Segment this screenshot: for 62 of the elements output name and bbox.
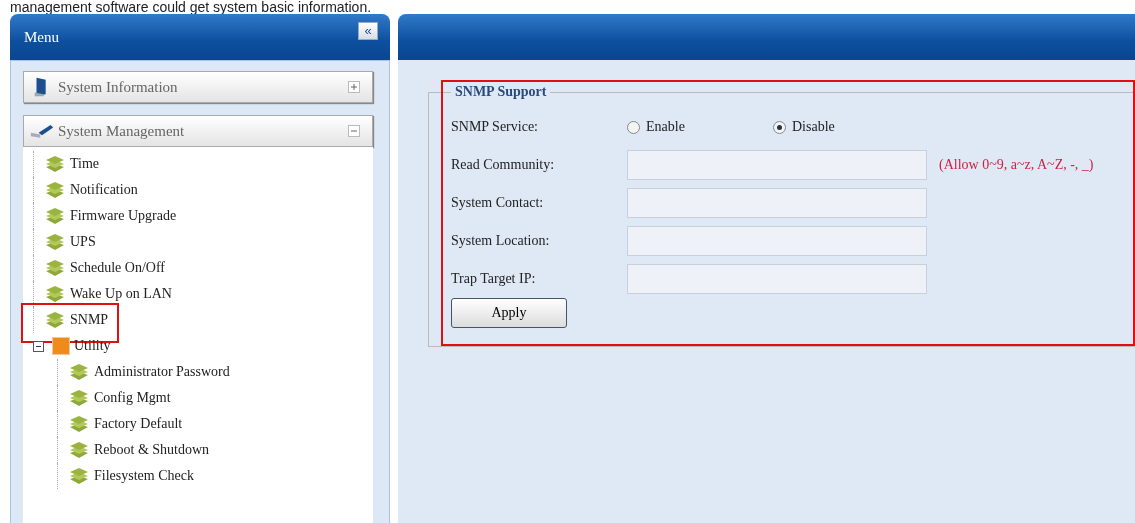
radio-button[interactable] <box>627 120 640 134</box>
layers-icon <box>44 181 66 199</box>
tree-item[interactable]: Administrator Password <box>57 359 373 385</box>
tree-item-label: Time <box>70 156 100 172</box>
layers-icon <box>68 415 90 433</box>
field-label: SNMP Service: <box>451 119 539 135</box>
tree-item-label: Factory Default <box>94 416 183 432</box>
tree-item[interactable]: Time <box>33 151 373 177</box>
radio-option[interactable]: Enable <box>627 119 773 135</box>
tree-item-label: Wake Up on LAN <box>70 286 172 302</box>
fieldset-legend: SNMP Support <box>451 84 551 100</box>
tree-item-label: Firmware Upgrade <box>70 208 177 224</box>
input-field[interactable] <box>627 150 927 180</box>
section-label: System Management <box>58 122 186 140</box>
input-field[interactable] <box>627 264 927 294</box>
tree-item-label: Reboot & Shutdown <box>94 442 210 458</box>
radio-label: Disable <box>792 119 835 135</box>
field-label: System Location: <box>451 233 551 249</box>
layers-icon <box>44 285 66 303</box>
tree-item-label: Config Mgmt <box>94 390 171 406</box>
layers-icon <box>44 233 66 251</box>
tree-item[interactable]: Filesystem Check <box>57 463 373 489</box>
tree-item-label: Filesystem Check <box>94 468 194 484</box>
radio-label: Enable <box>646 119 685 135</box>
section-label: System Information <box>58 78 179 96</box>
tree-item-label: Notification <box>70 182 138 198</box>
collapse-button[interactable]: « <box>358 22 378 40</box>
field-label: Trap Target IP: <box>451 271 537 287</box>
layers-icon <box>44 259 66 277</box>
layers-icon <box>68 389 90 407</box>
folder-icon <box>52 337 70 355</box>
input-field[interactable] <box>627 226 927 256</box>
tree-item-label: Schedule On/Off <box>70 260 165 276</box>
tree-item-label: SNMP <box>70 312 109 328</box>
tree-item[interactable]: SNMP <box>33 307 373 333</box>
layers-icon <box>44 207 66 225</box>
apply-button[interactable]: Apply <box>451 298 567 328</box>
tree-item[interactable]: UPS <box>33 229 373 255</box>
radio-option[interactable]: Disable <box>773 119 919 135</box>
accordion-header[interactable]: System Information <box>23 71 373 103</box>
layers-icon <box>44 155 66 173</box>
layers-icon <box>68 441 90 459</box>
tree-item[interactable]: Firmware Upgrade <box>33 203 373 229</box>
layers-icon <box>68 467 90 485</box>
tree-item[interactable]: Factory Default <box>57 411 373 437</box>
layers-icon <box>44 311 66 329</box>
hint-text: (Allow 0~9, a~z, A~Z, -, _) <box>939 157 1094 173</box>
tree-item-label: Administrator Password <box>94 364 230 380</box>
field-label: Read Community: <box>451 157 556 173</box>
tree-item[interactable]: Config Mgmt <box>57 385 373 411</box>
tree-item[interactable]: Notification <box>33 177 373 203</box>
field-label: System Contact: <box>451 195 545 211</box>
caption-text: management software could get system basic information. <box>9 0 373 14</box>
input-field[interactable] <box>627 188 927 218</box>
radio-button[interactable] <box>773 120 786 134</box>
accordion-header[interactable]: System Management <box>23 115 373 147</box>
tree-item[interactable]: Wake Up on LAN <box>33 281 373 307</box>
layers-icon <box>68 363 90 381</box>
tree-item-label: UPS <box>70 234 96 250</box>
tree-item[interactable]: Schedule On/Off <box>33 255 373 281</box>
tree-item[interactable]: Reboot & Shutdown <box>57 437 373 463</box>
menu-title: Menu <box>24 28 59 46</box>
